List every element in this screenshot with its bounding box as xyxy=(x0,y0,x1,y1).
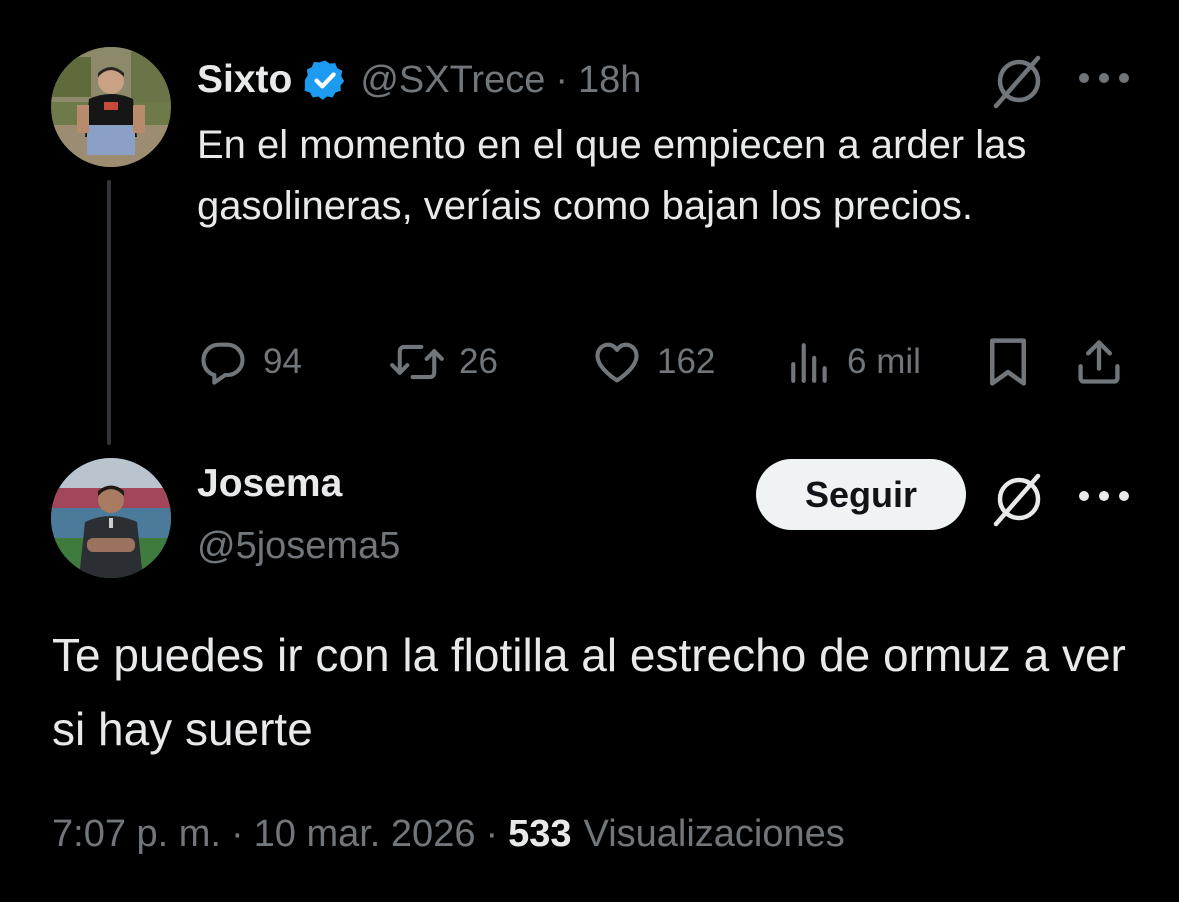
views-total: 533 xyxy=(508,813,572,855)
more-icon[interactable] xyxy=(1076,486,1132,506)
like-count: 162 xyxy=(657,342,716,381)
grok-icon[interactable] xyxy=(988,48,1050,110)
grok-icon[interactable] xyxy=(988,466,1050,528)
reply-author-handle[interactable]: @5josema5 xyxy=(197,525,400,568)
repost-icon xyxy=(390,344,444,380)
parent-avatar[interactable] xyxy=(51,47,171,167)
views-icon xyxy=(791,343,827,383)
verified-badge-icon xyxy=(305,60,345,100)
share-button[interactable] xyxy=(1073,330,1125,394)
reply-button[interactable]: 94 xyxy=(197,330,302,394)
thread-line xyxy=(107,180,111,445)
meta-separator: · xyxy=(485,813,499,855)
tweet-timestamp[interactable]: 7:07 p. m. xyxy=(52,813,221,856)
bookmark-icon xyxy=(990,338,1026,386)
more-icon[interactable] xyxy=(1076,68,1132,88)
repost-button[interactable]: 26 xyxy=(389,330,498,394)
reply-tweet-text: Te puedes ir con la flotilla al estrecho… xyxy=(52,629,1126,755)
meta-separator: · xyxy=(230,813,244,855)
parent-tweet-text: En el momento en el que empiecen a arder… xyxy=(197,123,1027,228)
tweet-actions: 94 26 162 6 mil xyxy=(197,330,1127,394)
tweet-time[interactable]: 18h xyxy=(578,59,641,102)
reply-count: 94 xyxy=(263,342,302,381)
repost-count: 26 xyxy=(459,342,498,381)
share-icon xyxy=(1078,340,1120,384)
reply-author-name[interactable]: Josema xyxy=(197,462,342,506)
bookmark-button[interactable] xyxy=(985,330,1031,394)
tweet-date[interactable]: 10 mar. 2026 xyxy=(254,813,476,856)
parent-header: Sixto @SXTrece · 18h xyxy=(197,52,641,108)
tweet-meta: 7:07 p. m. · 10 mar. 2026 · 533 Visualiz… xyxy=(52,813,845,856)
author-name[interactable]: Sixto xyxy=(197,58,292,102)
like-button[interactable]: 162 xyxy=(591,330,715,394)
author-handle[interactable]: @SXTrece xyxy=(360,59,545,102)
follow-button[interactable]: Seguir xyxy=(756,459,966,530)
separator: · xyxy=(555,58,569,101)
like-icon xyxy=(595,342,639,383)
reply-icon xyxy=(201,342,245,385)
views-button[interactable]: 6 mil xyxy=(787,330,921,394)
views-count: 6 mil xyxy=(847,342,921,381)
reply-avatar[interactable] xyxy=(51,458,171,578)
views-label: Visualizaciones xyxy=(583,813,845,855)
